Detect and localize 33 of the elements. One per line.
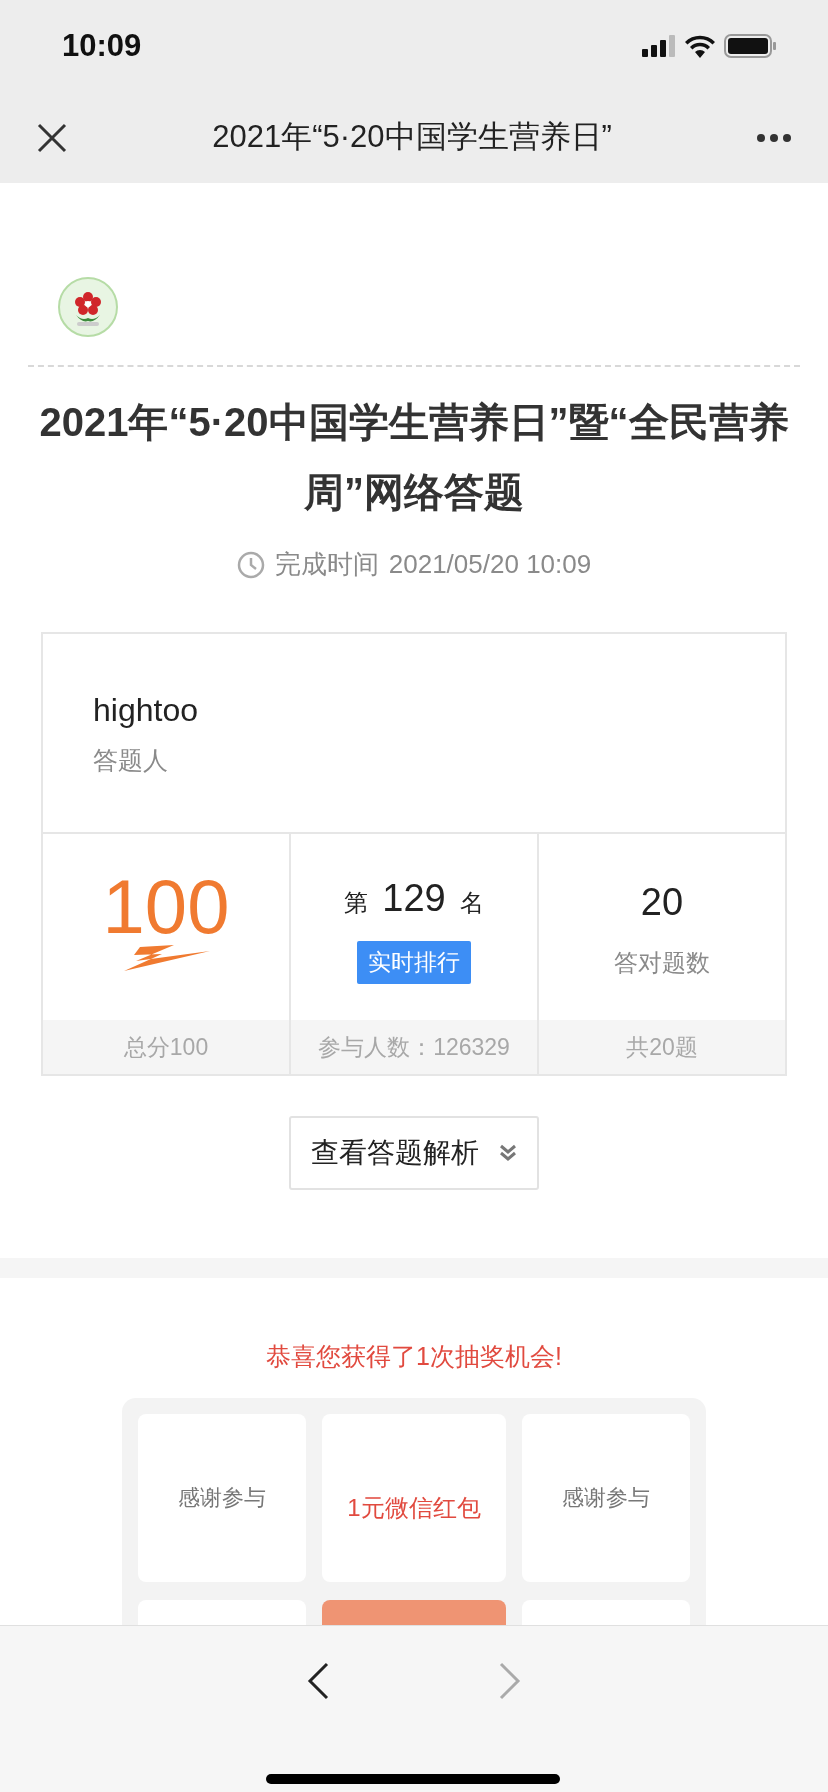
respondent-name: hightoo [93, 691, 199, 730]
signal-icon [642, 35, 676, 57]
stat-footer: 总分100 [43, 1020, 289, 1074]
status-time: 10:09 [62, 26, 142, 65]
time-value: 2021/05/20 10:09 [388, 548, 592, 581]
lottery-message: 恭喜您获得了1次抽奖机会! [265, 1341, 563, 1372]
page-title: 2021年“5·20中国学生营养日” [211, 118, 613, 157]
rank-value: 129 [382, 876, 446, 922]
back-icon[interactable] [307, 1662, 329, 1700]
stat-footer: 共20题 [539, 1020, 785, 1074]
correct-count: 20 [640, 879, 684, 925]
swoosh-icon [122, 945, 210, 971]
double-chevron-icon [499, 1144, 517, 1162]
clock-icon [236, 550, 265, 579]
respondent-label: 答题人 [93, 745, 169, 776]
forward-icon[interactable] [499, 1662, 521, 1700]
wifi-icon [684, 34, 716, 58]
ranking-button[interactable]: 实时排行 [357, 941, 471, 984]
stat-footer: 参与人数：126329 [291, 1020, 537, 1074]
rank-suffix: 名 [459, 888, 484, 919]
prize-cell[interactable]: 感谢参与 [138, 1413, 306, 1582]
close-icon[interactable] [36, 121, 68, 154]
score-value: 100 [102, 869, 230, 945]
logo-icon [58, 277, 118, 337]
quiz-title: 2021年“5·20中国学生营养日”暨“全民营养周”网络答题 [38, 399, 790, 516]
rank-prefix: 第 [344, 888, 369, 919]
analysis-button[interactable]: 查看答题解析 [289, 1116, 539, 1190]
time-label: 完成时间 [274, 548, 379, 581]
correct-label: 答对题数 [614, 947, 710, 978]
battery-icon [724, 34, 776, 58]
prize-cell[interactable]: 1元微信红包 [322, 1413, 506, 1582]
more-icon[interactable] [756, 132, 792, 143]
prize-cell[interactable]: 感谢参与 [522, 1413, 690, 1582]
